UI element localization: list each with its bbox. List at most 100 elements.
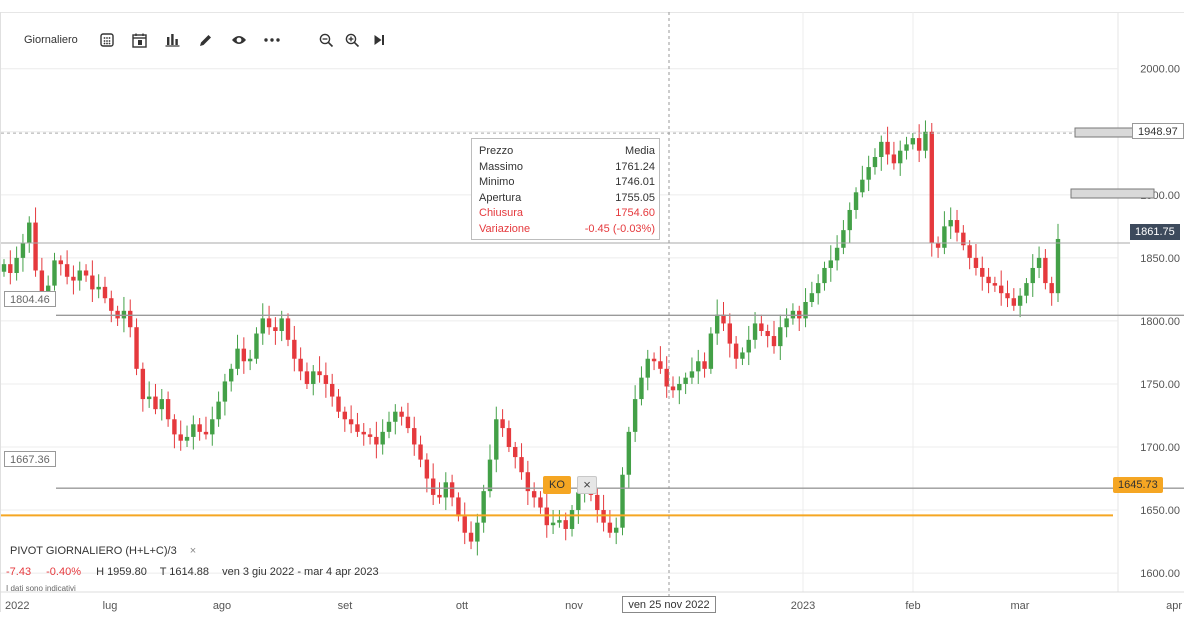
ko-badge[interactable]: KO (543, 476, 571, 494)
x-tick-label: nov (565, 600, 583, 612)
candle-body (771, 336, 777, 347)
candle-body (52, 260, 57, 286)
candle-body (714, 314, 720, 334)
candle-body (916, 138, 922, 151)
grid-lines (1, 12, 1118, 592)
candle-body (620, 474, 625, 528)
tooltip-value: 1754.60 (615, 207, 655, 219)
change-percent: -0.40% (46, 566, 81, 578)
candle-body (923, 131, 928, 151)
candle-body (708, 333, 714, 369)
candle-body (513, 447, 518, 458)
candle-body (348, 419, 354, 425)
candle-body (475, 522, 480, 542)
candle-body (210, 419, 215, 435)
candle-body (595, 494, 600, 511)
candle-body (146, 396, 152, 400)
candle-body (847, 209, 852, 231)
candle-body (1024, 283, 1029, 296)
more-icon[interactable] (261, 29, 283, 51)
candle-body (973, 257, 979, 268)
x-tick-label: apr (1166, 600, 1182, 612)
candle-body (285, 318, 291, 340)
candle-body (752, 323, 758, 340)
candle-body (557, 520, 562, 523)
candle-body (20, 242, 26, 258)
candle-body (986, 276, 991, 284)
price-chart[interactable]: 2000.001950.001900.001850.001800.001750.… (0, 0, 1184, 623)
pencil-icon[interactable] (195, 29, 217, 51)
candle-body (677, 383, 682, 391)
bar-chart-icon[interactable] (162, 29, 184, 51)
candle-body (494, 419, 499, 460)
candle-body (1030, 267, 1035, 284)
candle-body (942, 226, 947, 248)
candle-body (247, 358, 253, 362)
candle-body (954, 220, 960, 233)
disclaimer-note: I dati sono indicativi (6, 584, 76, 593)
candle-body (563, 520, 568, 529)
candle-body (153, 396, 158, 410)
candle-body (235, 348, 240, 369)
tooltip-value: 1761.24 (615, 160, 655, 173)
candle-body (614, 527, 619, 533)
candle-body (733, 343, 739, 359)
candle-body (405, 416, 411, 429)
candle-body (449, 482, 455, 498)
tooltip-row-close: Chiusura 1754.60 (472, 206, 659, 222)
candle-body (77, 270, 82, 281)
candle-body (27, 222, 32, 243)
candle-body (355, 424, 360, 432)
zoom-out-icon[interactable] (316, 29, 338, 51)
candle-body (1036, 257, 1042, 268)
timeframe-selector[interactable]: Giornaliero (16, 30, 86, 50)
candle-body (172, 419, 177, 435)
ko-price-tag: 1645.73 (1113, 477, 1163, 493)
y-tick-label: 1700.00 (1140, 442, 1180, 454)
ko-close-button[interactable]: × (577, 476, 597, 494)
calendar-icon[interactable] (129, 29, 151, 51)
order-bar-mid[interactable] (1070, 188, 1155, 199)
candle-body (304, 371, 310, 384)
candle-body (203, 431, 209, 435)
candle-body (702, 361, 707, 369)
candle-body (651, 358, 657, 362)
candle-body (90, 275, 95, 290)
candle-body (481, 491, 486, 523)
skip-forward-icon[interactable] (368, 29, 390, 51)
x-tick-label: ott (456, 600, 468, 612)
candle-body (222, 381, 228, 402)
pivot-close-button[interactable]: × (190, 545, 196, 557)
candle-body (393, 411, 398, 422)
candle-body (273, 327, 278, 331)
tooltip-label: Prezzo (479, 145, 514, 157)
candle-body (683, 377, 688, 384)
tooltip-row-high: Massimo 1761.24 (472, 160, 659, 176)
candle-body (626, 431, 632, 475)
calculator-icon[interactable] (96, 29, 118, 51)
candle-body (8, 264, 13, 273)
candle-body (292, 339, 297, 359)
candle-body (178, 434, 183, 441)
tooltip-row-header: Prezzo Media (472, 144, 659, 160)
zoom-in-icon[interactable] (342, 29, 364, 51)
candle-body (254, 333, 259, 359)
right-level-tag: 1948.97 (1132, 123, 1184, 139)
candle-body (487, 459, 493, 492)
candle-body (311, 371, 316, 384)
tooltip-label: Minimo (479, 176, 515, 188)
candle-body (1, 264, 7, 272)
eye-icon[interactable] (228, 29, 250, 51)
support-level-tag: 1667.36 (4, 451, 56, 467)
candle-body (83, 270, 89, 276)
tooltip-row-low: Minimo 1746.01 (472, 175, 659, 191)
candle-body (159, 399, 164, 410)
x-tick-label: set (338, 600, 353, 612)
candle-body (853, 192, 859, 210)
candle-body (872, 157, 878, 168)
candle-body (361, 431, 366, 435)
x-tick-label: 2023 (791, 600, 815, 612)
candle-body (632, 399, 638, 432)
candle-body (822, 267, 827, 284)
candle-body (424, 459, 430, 479)
